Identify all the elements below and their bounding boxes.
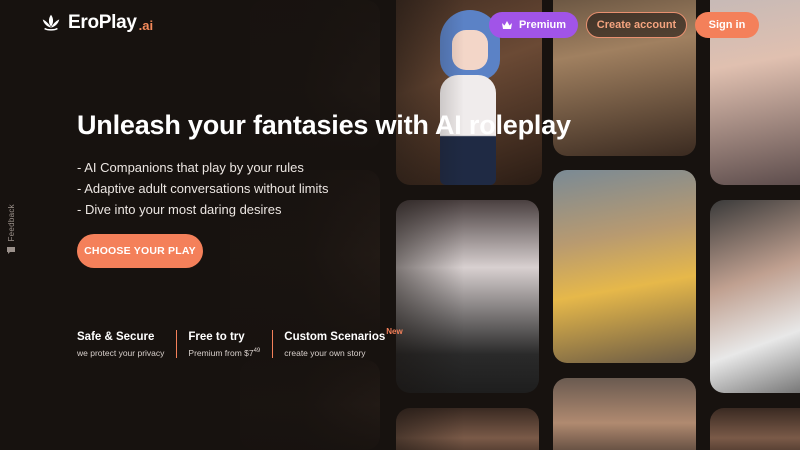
feature-title: Safe & Secure <box>77 331 155 343</box>
feedback-label: Feedback <box>6 204 16 242</box>
create-account-button[interactable]: Create account <box>586 12 687 38</box>
premium-label: Premium <box>518 19 567 31</box>
premium-price-text: Premium from $7 <box>188 348 254 358</box>
feature-subtitle: create your own story <box>284 348 366 358</box>
hero-title: Unleash your fantasies with AI roleplay <box>77 110 571 140</box>
premium-price-cents: 49 <box>253 348 261 355</box>
lotus-logo-icon <box>42 14 60 31</box>
feature-subtitle: Premium from $749 <box>188 348 260 358</box>
crown-icon <box>501 21 512 29</box>
feature-strip: Safe & Secure we protect your privacy Fr… <box>77 327 426 358</box>
premium-button[interactable]: Premium <box>489 12 578 38</box>
hero-gradient-overlay <box>0 0 800 450</box>
feature-title-text: Custom Scenarios <box>284 331 386 343</box>
top-navigation: EroPlay .ai Premium Create account Sign … <box>0 0 800 50</box>
feature-title: Free to try <box>188 331 245 343</box>
hero-bullet: - Dive into your most daring desires <box>77 202 282 217</box>
sign-in-button[interactable]: Sign in <box>695 12 759 38</box>
hero-bullet-list: - AI Companions that play by your rules … <box>77 157 328 220</box>
brand-name: EroPlay <box>68 12 137 33</box>
feature-safe-secure: Safe & Secure we protect your privacy <box>77 330 178 358</box>
feature-free-to-try: Free to try Premium from $749 <box>188 330 274 358</box>
brand-logo[interactable]: EroPlay .ai <box>40 12 153 34</box>
feature-subtitle: we protect your privacy <box>77 348 165 358</box>
new-badge: New <box>386 327 403 336</box>
choose-your-play-button[interactable]: CHOOSE YOUR PLAY <box>77 234 203 268</box>
brand-suffix: .ai <box>138 17 154 33</box>
hero-bullet: - Adaptive adult conversations without l… <box>77 181 329 196</box>
hero-bullet: - AI Companions that play by your rules <box>77 160 304 175</box>
feature-title: Custom ScenariosNew <box>284 327 403 344</box>
chat-bubble-icon <box>7 246 15 254</box>
feature-custom-scenarios: Custom ScenariosNew create your own stor… <box>284 327 414 358</box>
feedback-tab[interactable]: Feedback <box>0 204 22 264</box>
